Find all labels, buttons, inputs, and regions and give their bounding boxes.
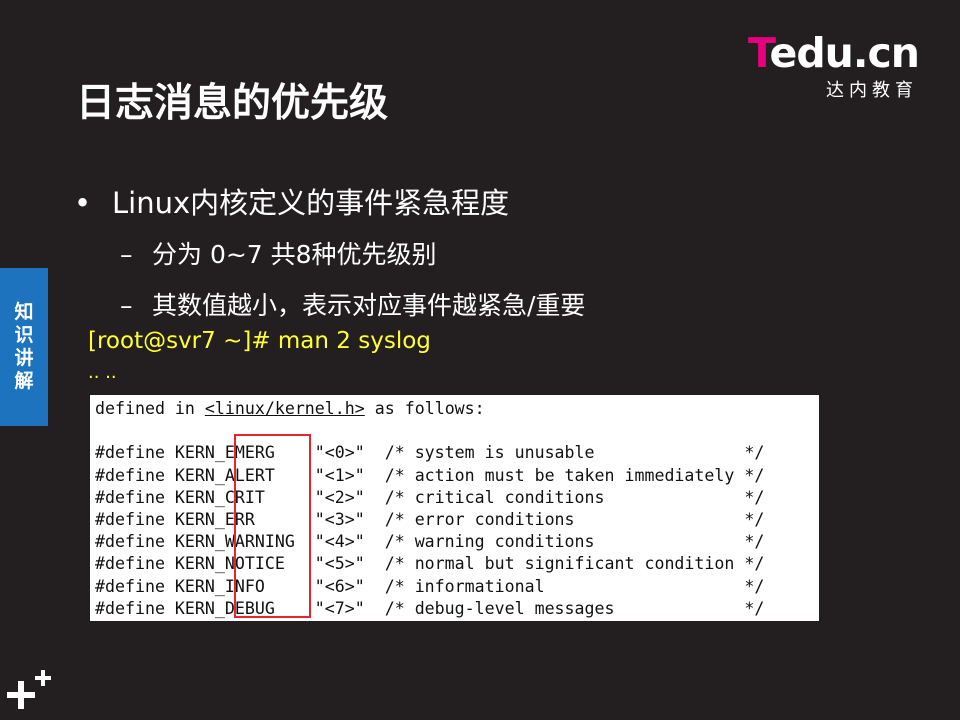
code-line-intro: defined in <linux/kernel.h> as follows: — [95, 399, 485, 418]
code-intro-pre: defined in — [95, 399, 205, 418]
code-block: defined in <linux/kernel.h> as follows: … — [95, 398, 764, 620]
side-tab-label: 知识讲解 — [14, 301, 34, 392]
logo-edu: edu — [769, 29, 854, 77]
code-screenshot: defined in <linux/kernel.h> as follows: … — [90, 395, 819, 621]
plus-icon — [7, 670, 51, 709]
code-line: #define KERN_WARNING "<4>" /* warning co… — [95, 532, 765, 552]
header-file-link: <linux/kernel.h> — [204, 399, 365, 418]
dash-icon: – — [120, 240, 133, 269]
code-intro-post: as follows: — [364, 399, 485, 418]
sub-bullet-item: – 分为 0~7 共8种优先级别 — [120, 235, 437, 271]
bullet-dot: • — [74, 186, 92, 220]
highlight-box — [234, 434, 311, 618]
dash-icon: – — [120, 291, 133, 320]
logo-t: T — [748, 29, 771, 77]
slide-title: 日志消息的优先级 — [76, 81, 389, 126]
side-tab: 知识讲解 — [0, 268, 48, 426]
tedu-logo: Tedu.cn 达内教育 — [748, 29, 933, 101]
code-line: #define KERN_CRIT "<2>" /* critical cond… — [95, 487, 765, 507]
logo-cn: .cn — [852, 29, 920, 77]
ellipsis: .. .. — [88, 362, 117, 383]
sub-bullet-item: – 其数值越小，表示对应事件越紧急/重要 — [120, 286, 585, 322]
code-line: #define KERN_EMERG "<0>" /* system is un… — [95, 443, 765, 463]
bullet-item: • Linux内核定义的事件紧急程度 — [74, 180, 509, 222]
code-line: #define KERN_DEBUG "<7>" /* debug-level … — [95, 598, 765, 618]
code-line: #define KERN_ALERT "<1>" /* action must … — [95, 465, 765, 485]
code-line: #define KERN_INFO "<6>" /* informational… — [95, 576, 765, 596]
bullet-text: Linux内核定义的事件紧急程度 — [112, 186, 510, 220]
logo-wordmark: Tedu.cn — [748, 29, 920, 77]
sub-bullet-text: 其数值越小，表示对应事件越紧急/重要 — [152, 291, 586, 320]
command-line: [root@svr7 ~]# man 2 syslog — [88, 328, 431, 354]
sub-bullet-text: 分为 0~7 共8种优先级别 — [152, 240, 437, 269]
code-line: #define KERN_ERR "<3>" /* error conditio… — [95, 510, 765, 530]
logo-subtitle: 达内教育 — [826, 80, 918, 101]
code-line: #define KERN_NOTICE "<5>" /* normal but … — [95, 554, 765, 574]
